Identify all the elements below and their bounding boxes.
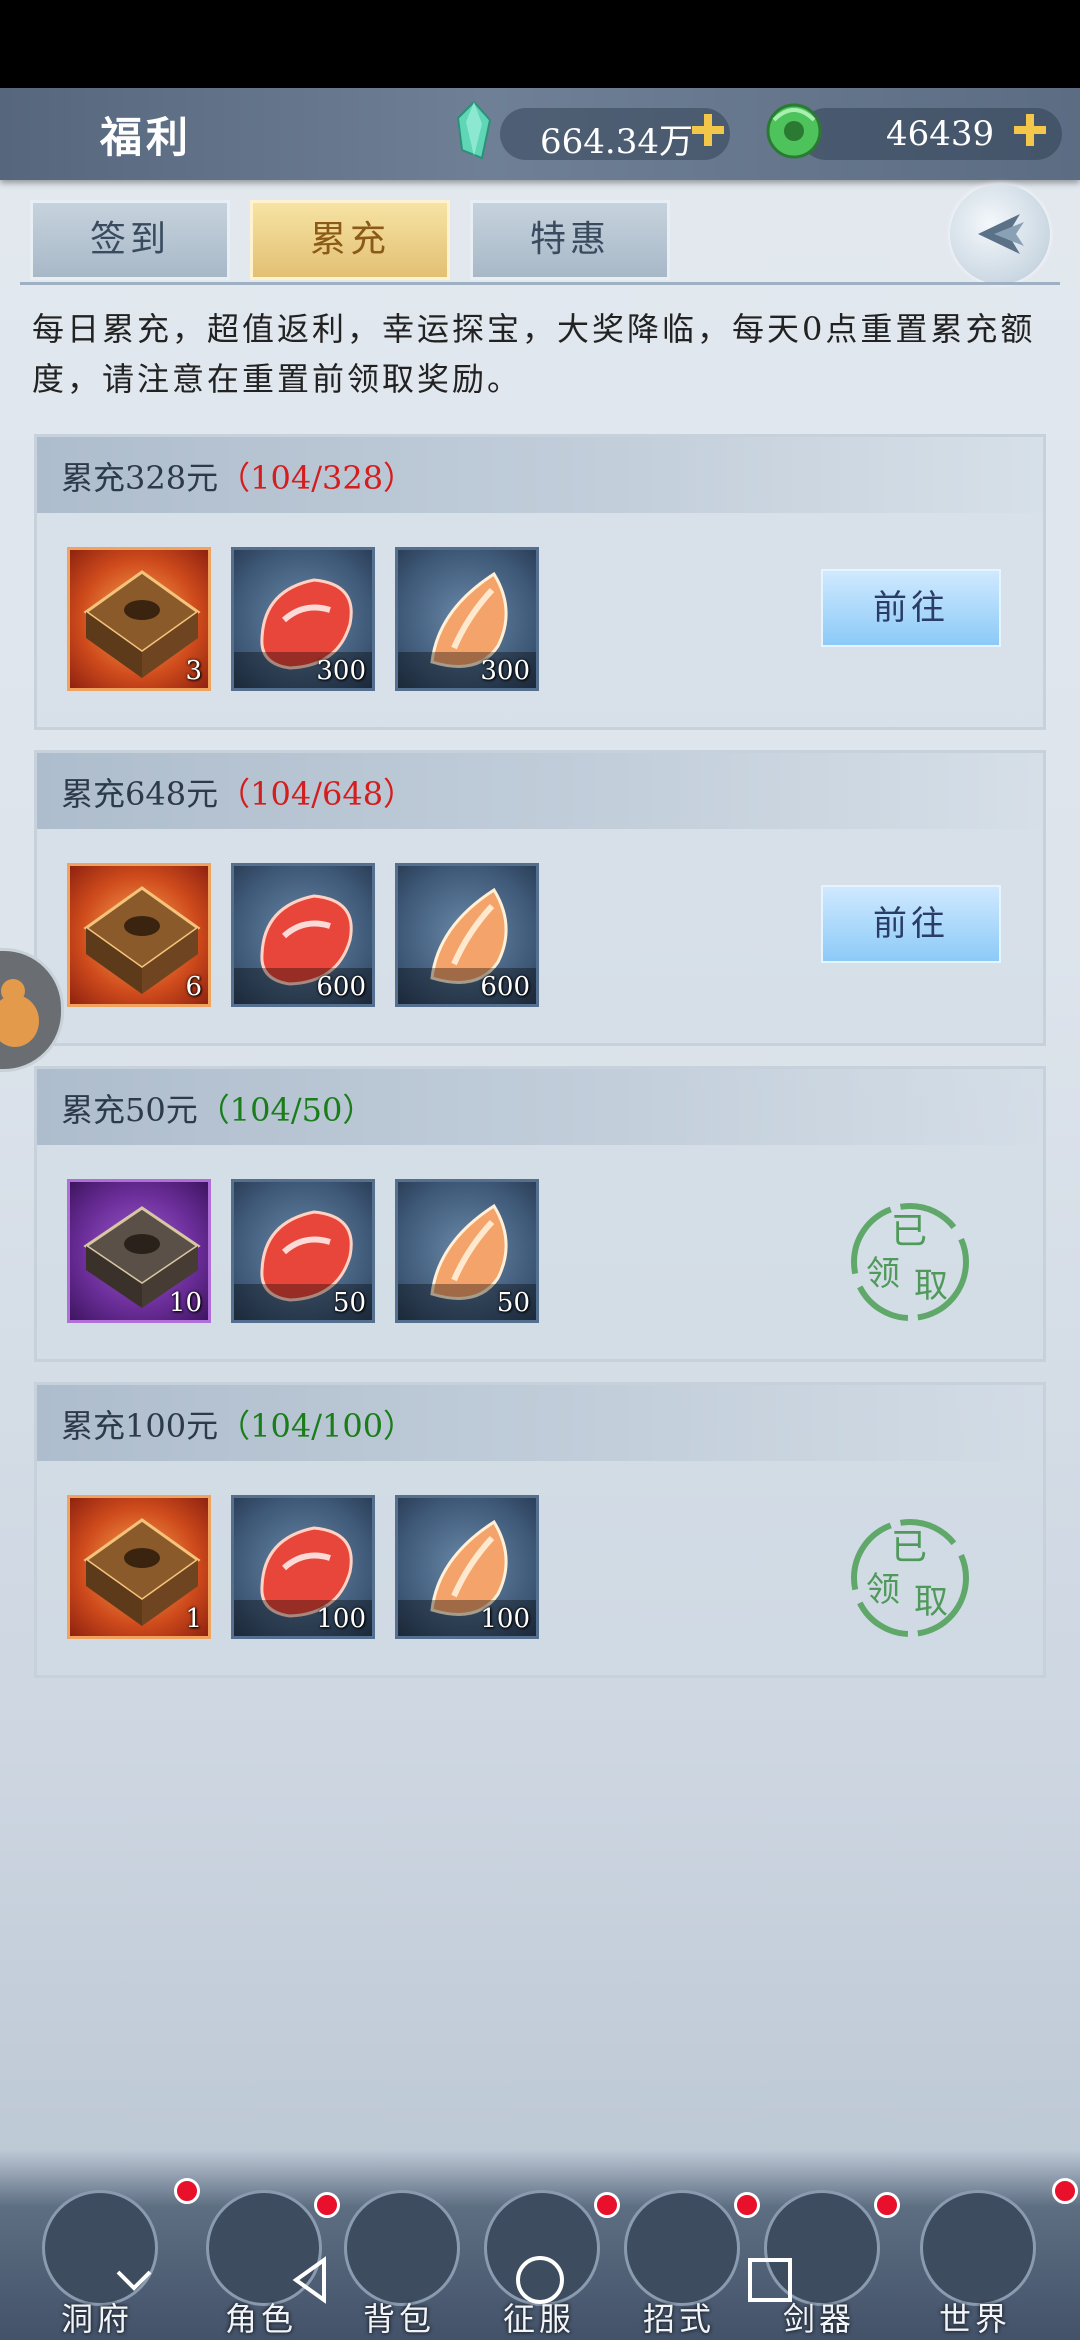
- reward-item-chest[interactable]: 1: [67, 1495, 211, 1639]
- floating-side-button[interactable]: [0, 948, 64, 1072]
- top-bar: 福利 664.34万 46439: [0, 88, 1080, 180]
- tier-title-line: 累充50元（104/50）: [61, 1085, 374, 1131]
- stamp-char-3: 取: [914, 1582, 948, 1622]
- reward-tier-card: 累充50元（104/50） 10 50 50 已 领 取: [34, 1066, 1046, 1362]
- tier-title: 累充648元: [61, 775, 219, 813]
- tier-title-line: 累充100元（104/100）: [61, 1401, 415, 1447]
- status-bar: [0, 0, 1080, 88]
- item-count: 100: [316, 1604, 366, 1634]
- nav-item-world[interactable]: 世界: [910, 2190, 1040, 2340]
- tier-progress: 104/328: [250, 459, 384, 497]
- item-count: 50: [332, 1288, 366, 1318]
- back-arrow-icon: [978, 214, 1024, 254]
- reward-tier-card: 累充648元（104/648） 6 600 600 前往: [34, 750, 1046, 1046]
- reward-item-gold-stone[interactable]: 100: [395, 1495, 539, 1639]
- reward-item-red-stone[interactable]: 300: [231, 547, 375, 691]
- event-description: 每日累充，超值返利，幸运探宝，大奖降临，每天0点重置累充额度，请注意在重置前领取…: [32, 310, 1036, 398]
- tier-title: 累充100元: [61, 1407, 219, 1445]
- nav-item-bag[interactable]: 背包: [334, 2190, 464, 2340]
- item-count: 300: [316, 656, 366, 686]
- reward-item-gold-stone[interactable]: 300: [395, 547, 539, 691]
- home-circle-icon[interactable]: [510, 2250, 570, 2310]
- spirit-crystal-icon: [456, 100, 492, 160]
- reward-item-chest[interactable]: 10: [67, 1179, 211, 1323]
- tab-cumulative-recharge[interactable]: 累充: [250, 200, 450, 280]
- item-count: 600: [480, 972, 530, 1002]
- badge-dot: [174, 2178, 200, 2204]
- tier-progress: 104/100: [250, 1407, 384, 1445]
- bottom-nav: 洞府 角色 背包 征服 招式 剑器 世界: [0, 2150, 1080, 2340]
- badge-dot: [314, 2192, 340, 2218]
- tier-progress-close: ）: [383, 459, 416, 497]
- stamp-char-2: 领: [866, 1570, 900, 1610]
- item-count: 600: [316, 972, 366, 1002]
- item-count: 3: [185, 656, 202, 686]
- reward-tier-card: 累充328元（104/328） 3 300 300 前往: [34, 434, 1046, 730]
- nav-label: 世界: [938, 2300, 1011, 2338]
- reward-item-gold-stone[interactable]: 50: [395, 1179, 539, 1323]
- currency2-value: 46439: [886, 114, 995, 154]
- add-currency2-button[interactable]: [1010, 110, 1050, 150]
- reward-item-gold-stone[interactable]: 600: [395, 863, 539, 1007]
- item-count: 50: [496, 1288, 530, 1318]
- item-count: 1: [185, 1604, 202, 1634]
- tier-progress-close: ）: [383, 1407, 416, 1445]
- stamp-char-3: 取: [914, 1266, 948, 1306]
- recent-square-icon[interactable]: [740, 2250, 800, 2310]
- tier-progress-close: ）: [342, 1091, 375, 1129]
- claimed-stamp: 已 领 取: [851, 1519, 969, 1637]
- tier-progress-open: （: [218, 459, 251, 497]
- reward-item-red-stone[interactable]: 600: [231, 863, 375, 1007]
- chevron-down-icon[interactable]: [104, 2250, 164, 2310]
- skill-book-icon: [624, 2190, 740, 2306]
- page-title: 福利: [100, 113, 193, 162]
- reward-item-chest[interactable]: 6: [67, 863, 211, 1007]
- reward-item-red-stone[interactable]: 50: [231, 1179, 375, 1323]
- back-triangle-icon[interactable]: [280, 2250, 340, 2310]
- nav-label: 招式: [642, 2300, 715, 2338]
- reward-item-chest[interactable]: 3: [67, 547, 211, 691]
- tier-title: 累充50元: [61, 1091, 198, 1129]
- stamp-char-1: 已: [891, 1527, 927, 1568]
- stamp-char-1: 已: [891, 1211, 927, 1252]
- tab-divider: [20, 282, 1060, 285]
- item-count: 300: [480, 656, 530, 686]
- tier-title-line: 累充648元（104/648）: [61, 769, 415, 815]
- badge-dot: [874, 2192, 900, 2218]
- world-scroll-icon: [920, 2190, 1036, 2306]
- badge-dot: [1052, 2178, 1078, 2204]
- tab-special-offer[interactable]: 特惠: [470, 200, 670, 280]
- go-button[interactable]: 前往: [821, 569, 1001, 647]
- reward-tier-card: 累充100元（104/100） 1 100 100 已 领 取: [34, 1382, 1046, 1678]
- tier-progress-open: （: [218, 1407, 251, 1445]
- bag-icon: [344, 2190, 460, 2306]
- claimed-stamp: 已 领 取: [851, 1203, 969, 1321]
- item-count: 6: [185, 972, 202, 1002]
- nav-item-skills[interactable]: 招式: [614, 2190, 744, 2340]
- tier-title-line: 累充328元（104/328）: [61, 453, 415, 499]
- badge-dot: [594, 2192, 620, 2218]
- item-count: 10: [168, 1288, 202, 1318]
- tier-progress-open: （: [197, 1091, 230, 1129]
- back-button[interactable]: [950, 184, 1050, 284]
- currency1-value: 664.34万: [540, 122, 693, 162]
- reward-item-red-stone[interactable]: 100: [231, 1495, 375, 1639]
- tier-title: 累充328元: [61, 459, 219, 497]
- tier-progress-open: （: [218, 775, 251, 813]
- tier-progress: 104/50: [229, 1091, 343, 1129]
- tier-progress-close: ）: [383, 775, 416, 813]
- nav-label: 背包: [362, 2300, 435, 2338]
- badge-dot: [734, 2192, 760, 2218]
- add-currency1-button[interactable]: [688, 110, 728, 150]
- tier-progress: 104/648: [250, 775, 384, 813]
- tab-sign-in[interactable]: 签到: [30, 200, 230, 280]
- go-button[interactable]: 前往: [821, 885, 1001, 963]
- jade-coin-icon: [766, 103, 822, 159]
- stamp-char-2: 领: [866, 1254, 900, 1294]
- item-count: 100: [480, 1604, 530, 1634]
- gourd-icon: [0, 979, 39, 1047]
